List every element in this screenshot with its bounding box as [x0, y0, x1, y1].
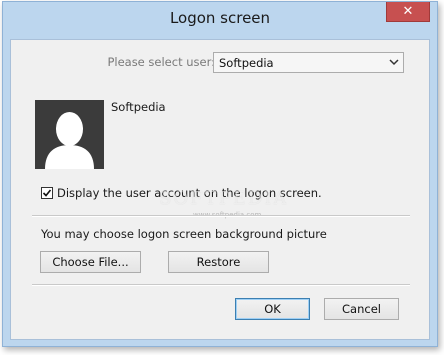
user-select-value: Softpedia [219, 56, 274, 70]
divider-top [32, 215, 410, 217]
ok-button[interactable]: OK [235, 298, 310, 320]
account-name: Softpedia [111, 100, 166, 114]
window-title: Logon screen [169, 9, 271, 27]
divider-bottom [32, 284, 410, 286]
choose-file-button[interactable]: Choose File... [40, 251, 141, 273]
select-user-label: Please select user: [107, 55, 215, 69]
watermark-text: SOFTPEDIA [159, 188, 289, 209]
checkmark-icon [42, 189, 52, 197]
cancel-button[interactable]: Cancel [324, 298, 399, 320]
logon-screen-dialog: Logon screen ✕ Please select user: Softp… [2, 1, 438, 347]
close-icon: ✕ [402, 4, 414, 19]
restore-button[interactable]: Restore [168, 251, 269, 273]
user-avatar [35, 100, 104, 169]
title-bar[interactable]: Logon screen ✕ [3, 2, 437, 32]
user-select-dropdown[interactable]: Softpedia [213, 52, 404, 73]
chevron-down-icon [389, 59, 399, 66]
display-account-checkbox[interactable] [41, 187, 53, 199]
user-silhouette-icon [45, 112, 94, 169]
background-picture-label: You may choose logon screen background p… [41, 227, 327, 241]
close-button[interactable]: ✕ [386, 2, 430, 22]
dialog-content: Please select user: Softpedia Softpedia … [10, 39, 430, 340]
